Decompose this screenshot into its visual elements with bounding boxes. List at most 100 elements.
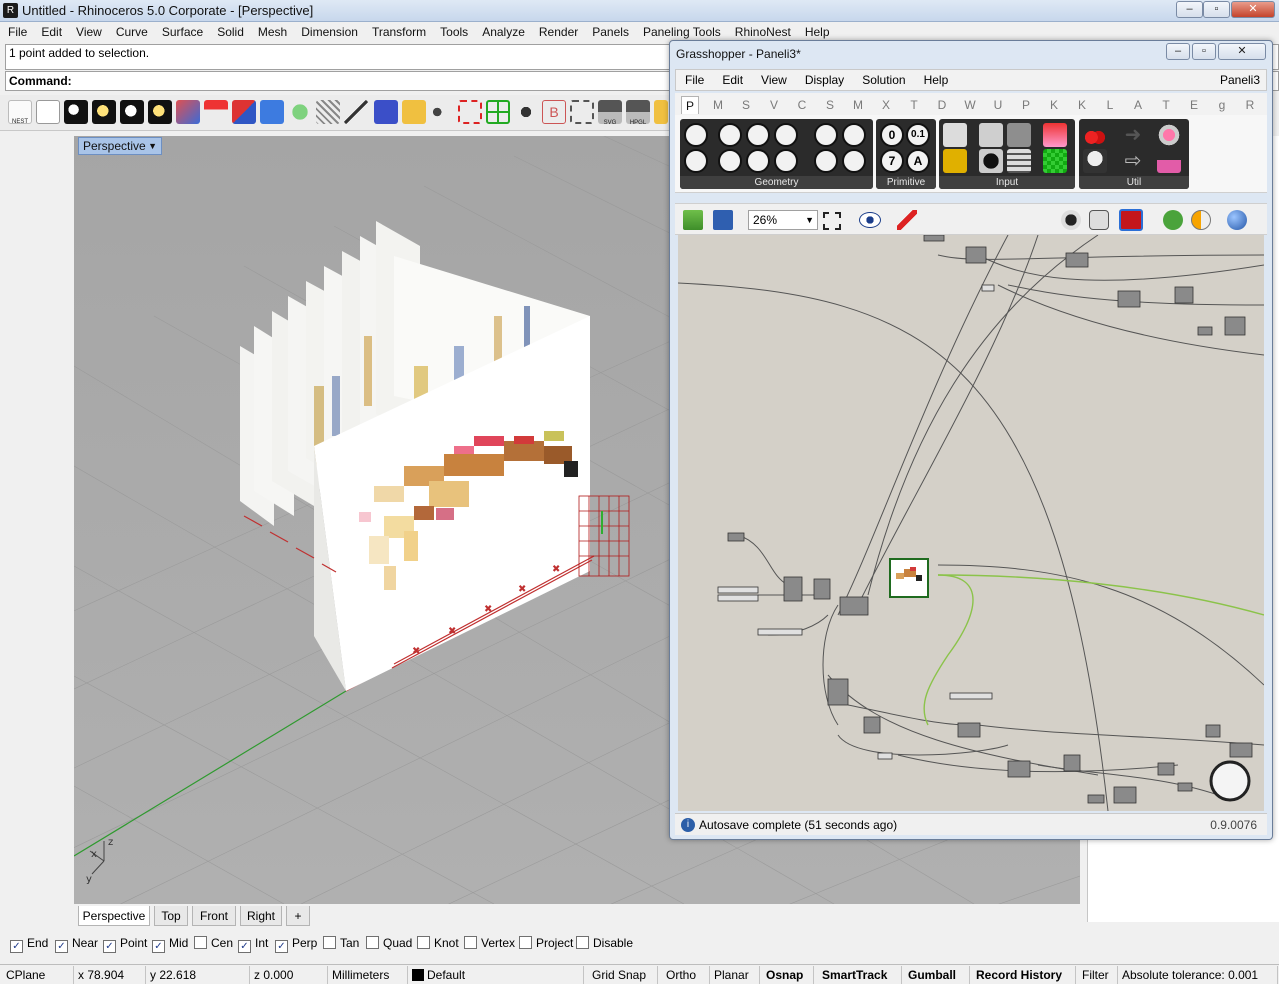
osnap-point[interactable]: ✓ Point	[103, 936, 147, 953]
record-history-toggle[interactable]: Record History	[972, 966, 1076, 984]
gh-menu-edit[interactable]: Edit	[713, 70, 752, 90]
save-file-icon[interactable]	[713, 210, 733, 230]
menu-help[interactable]: Help	[798, 22, 837, 42]
minimize-button[interactable]: –	[1176, 1, 1203, 18]
toggle-icon[interactable]	[979, 123, 1003, 147]
surface-param-icon[interactable]	[774, 123, 798, 147]
import-icon[interactable]	[943, 123, 967, 147]
grid-snap-toggle[interactable]: Grid Snap	[588, 966, 658, 984]
menu-analyze[interactable]: Analyze	[475, 22, 532, 42]
osnap-int[interactable]: ✓ Int	[238, 936, 268, 953]
menu-rhinonest[interactable]: RhinoNest	[728, 22, 798, 42]
osnap-vertex[interactable]: Vertex	[464, 936, 515, 950]
preview-shaded-icon[interactable]	[1089, 210, 1109, 230]
vector-param-icon[interactable]	[684, 149, 708, 173]
osnap-knot[interactable]: Knot	[417, 936, 459, 950]
gh-menu-file[interactable]: File	[676, 70, 713, 90]
osnap-near[interactable]: ✓ Near	[55, 936, 98, 953]
menu-solid[interactable]: Solid	[210, 22, 251, 42]
flask-icon[interactable]	[1157, 149, 1181, 173]
tree-icon[interactable]	[1083, 149, 1107, 173]
maximize-button[interactable]: ▫	[1203, 1, 1230, 18]
box-param-icon[interactable]	[814, 149, 838, 173]
viewport-title[interactable]: Perspective ▼	[78, 137, 162, 155]
gh-tab-e[interactable]: E	[1185, 96, 1203, 114]
document-properties-icon[interactable]	[36, 100, 60, 124]
menu-mesh[interactable]: Mesh	[251, 22, 294, 42]
sphere-icon[interactable]	[1227, 210, 1247, 230]
status-layer[interactable]: Default	[408, 966, 584, 984]
open-folder-icon[interactable]	[654, 100, 668, 124]
gh-tab-t[interactable]: T	[1157, 96, 1175, 114]
gh-tab-vector[interactable]: V	[765, 96, 783, 114]
line-param-icon[interactable]	[746, 149, 770, 173]
osnap-disable[interactable]: Disable	[576, 936, 633, 950]
canvas-navigator-icon[interactable]	[1209, 760, 1251, 802]
preview-selected-icon[interactable]	[1119, 209, 1143, 231]
gh-maximize-button[interactable]: ▫	[1192, 43, 1216, 60]
open-file-icon[interactable]	[683, 210, 703, 230]
gh-tab-mesh[interactable]: M	[849, 96, 867, 114]
geometry-icon[interactable]	[684, 123, 708, 147]
zoom-level-select[interactable]: 26% ▼	[748, 210, 818, 230]
ortho-toggle[interactable]: Ortho	[662, 966, 710, 984]
osnap-mid[interactable]: ✓ Mid	[152, 936, 188, 953]
gh-tab-transform[interactable]: T	[905, 96, 923, 114]
bitmap-icon[interactable]: B	[542, 100, 566, 124]
osnap-project[interactable]: Project	[519, 936, 573, 950]
number-param-icon[interactable]: 0.1	[906, 123, 930, 147]
mesh-param-icon[interactable]	[842, 123, 866, 147]
contour-icon[interactable]	[316, 100, 340, 124]
gh-tab-params[interactable]: P	[681, 96, 699, 114]
arrow-right-icon[interactable]: ➜	[1121, 123, 1145, 147]
menu-dimension[interactable]: Dimension	[294, 22, 365, 42]
gh-tab-p[interactable]: P	[1017, 96, 1035, 114]
gh-tab-k2[interactable]: K	[1073, 96, 1091, 114]
render-icon[interactable]	[514, 100, 538, 124]
arrow-tool-icon[interactable]	[344, 100, 368, 124]
gh-tab-g[interactable]: g	[1213, 96, 1231, 114]
sketch-icon[interactable]	[897, 210, 917, 230]
material-icon[interactable]	[1191, 210, 1211, 230]
flip-icon[interactable]	[232, 100, 256, 124]
menu-edit[interactable]: Edit	[34, 22, 69, 42]
tab-perspective[interactable]: Perspective	[78, 906, 150, 926]
frame-icon[interactable]	[570, 100, 594, 124]
close-button[interactable]: ✕	[1231, 1, 1275, 18]
menu-curve[interactable]: Curve	[109, 22, 155, 42]
integer-7-param-icon[interactable]: 7	[880, 149, 904, 173]
field-param-icon[interactable]	[842, 149, 866, 173]
nest-icon[interactable]: NEST	[8, 100, 32, 125]
button-icon[interactable]	[979, 149, 1003, 173]
gumball-toggle[interactable]: Gumball	[904, 966, 970, 984]
circle-param-icon[interactable]	[718, 123, 742, 147]
menu-tools[interactable]: Tools	[433, 22, 475, 42]
layers-icon[interactable]	[374, 100, 398, 124]
matrix-icon[interactable]	[1043, 149, 1067, 173]
gh-tab-intersect[interactable]: X	[877, 96, 895, 114]
menu-surface[interactable]: Surface	[155, 22, 210, 42]
point-number-yellow-icon[interactable]	[92, 100, 116, 124]
planar-toggle[interactable]: Planar	[710, 966, 760, 984]
gh-menu-help[interactable]: Help	[915, 70, 958, 90]
box-icon[interactable]	[260, 100, 284, 124]
menu-file[interactable]: File	[0, 22, 34, 42]
slider-icon[interactable]	[1007, 123, 1031, 147]
export-svg-icon[interactable]: SVG	[598, 100, 622, 126]
grid-icon[interactable]	[486, 100, 510, 124]
menu-view[interactable]: View	[69, 22, 109, 42]
gh-tab-curve[interactable]: C	[793, 96, 811, 114]
tab-top[interactable]: Top	[154, 906, 188, 926]
tab-right[interactable]: Right	[240, 906, 282, 926]
link-icon[interactable]	[430, 100, 454, 124]
point-order-icon[interactable]	[120, 100, 144, 124]
tab-front[interactable]: Front	[192, 906, 236, 926]
preview-wire-icon[interactable]	[1061, 210, 1081, 230]
gh-tab-k1[interactable]: K	[1045, 96, 1063, 114]
arrow-outline-icon[interactable]: ⇨	[1121, 149, 1145, 173]
arc-param-icon[interactable]	[718, 149, 742, 173]
color-swatch-icon[interactable]	[1043, 123, 1067, 147]
bake-icon[interactable]	[1163, 210, 1183, 230]
text-param-icon[interactable]: A	[906, 149, 930, 173]
menu-transform[interactable]: Transform	[365, 22, 433, 42]
